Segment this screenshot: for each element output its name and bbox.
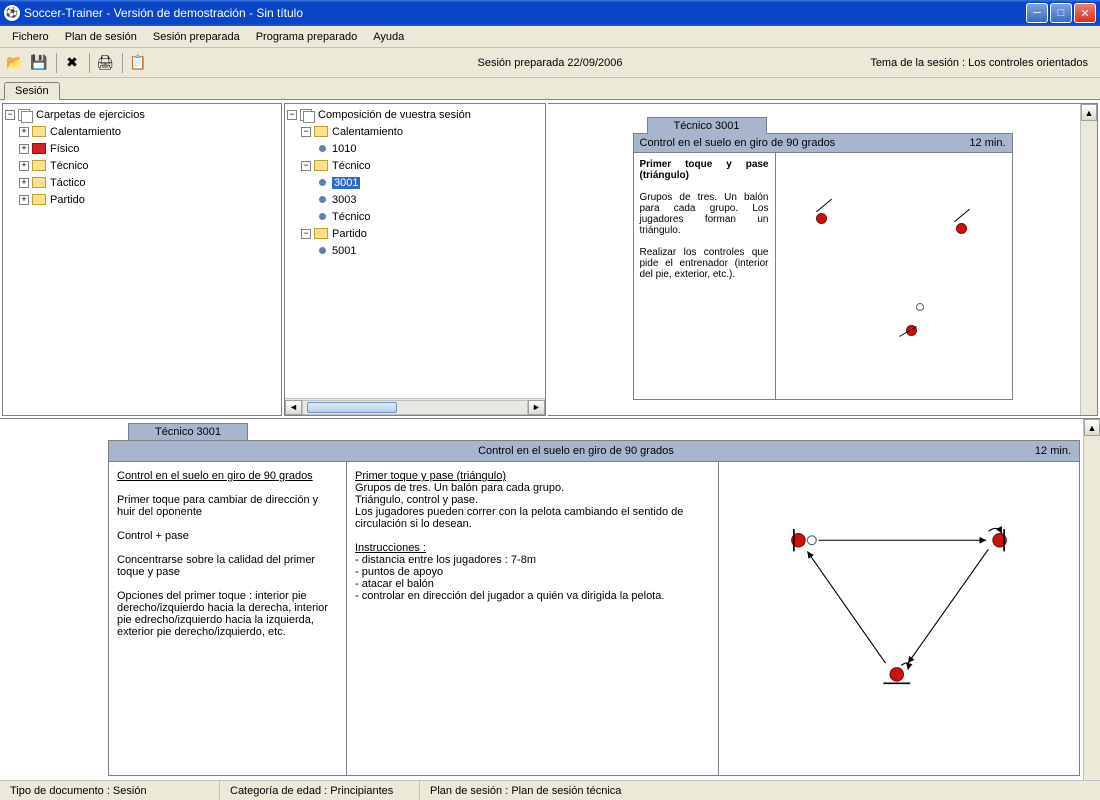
pages-icon (18, 109, 32, 121)
folder-icon (32, 160, 46, 171)
maximize-button[interactable]: □ (1050, 3, 1072, 23)
collapse-icon[interactable]: − (301, 161, 311, 171)
preview-title-bar: Control en el suelo en giro de 90 grados… (634, 134, 1012, 153)
expand-icon[interactable]: + (19, 127, 29, 137)
detail-time: 12 min. (1035, 445, 1071, 457)
minimize-button[interactable]: ─ (1026, 3, 1048, 23)
preview-panel: Técnico 3001 Control en el suelo en giro… (548, 103, 1098, 416)
close-button[interactable]: ✕ (1074, 3, 1096, 23)
tree-item[interactable]: −Técnico (287, 157, 543, 174)
bullet-icon (319, 247, 326, 254)
session-theme-label: Tema de la sesión : Los controles orient… (870, 57, 1088, 69)
print-icon[interactable]: 🖨 (94, 52, 116, 74)
tree-leaf[interactable]: 5001 (287, 242, 543, 259)
preview-tab: Técnico 3001 (647, 117, 767, 134)
scroll-thumb[interactable] (307, 402, 397, 413)
collapse-icon[interactable]: − (287, 110, 297, 120)
tree-leaf[interactable]: 1010 (287, 140, 543, 157)
vertical-scrollbar[interactable]: ▲ (1080, 104, 1097, 415)
folder-icon (32, 194, 46, 205)
detail-title-bar: Control en el suelo en giro de 90 grados… (109, 441, 1079, 462)
save-icon[interactable]: 💾 (28, 52, 50, 74)
preview-text: Primer toque y pase (triángulo) Grupos d… (634, 153, 776, 399)
status-plan: Plan de sesión : Plan de sesión técnica (420, 781, 1100, 800)
expand-icon[interactable]: + (19, 178, 29, 188)
detail-tab: Técnico 3001 (128, 423, 248, 440)
pages-icon (300, 109, 314, 121)
status-doc-type: Tipo de documento : Sesión (0, 781, 220, 800)
scroll-left-icon[interactable]: ◄ (285, 400, 302, 415)
collapse-icon[interactable]: − (301, 229, 311, 239)
scroll-up-icon[interactable]: ▲ (1081, 104, 1097, 121)
tree-item[interactable]: +Partido (5, 191, 279, 208)
delete-icon[interactable]: ✖ (61, 52, 83, 74)
detail-col-objectives: Control en el suelo en giro de 90 grados… (109, 462, 347, 775)
tree-leaf-selected[interactable]: 3001 (287, 174, 543, 191)
detail-area: Técnico 3001 Control en el suelo en giro… (0, 418, 1100, 780)
collapse-icon[interactable]: − (301, 127, 311, 137)
app-icon: ⚽ (4, 5, 20, 21)
tree-item[interactable]: +Táctico (5, 174, 279, 191)
folder-icon (314, 126, 328, 137)
titlebar: ⚽ Soccer-Trainer - Versión de demostraci… (0, 0, 1100, 26)
bullet-icon (319, 145, 326, 152)
tree-item[interactable]: +Físico (5, 140, 279, 157)
folder-icon (314, 228, 328, 239)
tab-row: Sesión (0, 78, 1100, 100)
tree-item[interactable]: +Calentamiento (5, 123, 279, 140)
detail-title: Control en el suelo en giro de 90 grados (117, 445, 1035, 457)
open-icon[interactable]: 📂 (4, 52, 26, 74)
expand-icon[interactable]: + (19, 161, 29, 171)
horizontal-scrollbar[interactable]: ◄ ► (285, 398, 545, 415)
tree-leaf[interactable]: Técnico (287, 208, 543, 225)
workspace: − Carpetas de ejercicios +Calentamiento … (0, 100, 1100, 418)
exercise-preview-card: Técnico 3001 Control en el suelo en giro… (633, 116, 1013, 400)
clipboard-icon[interactable]: 📋 (127, 52, 149, 74)
folder-icon (314, 160, 328, 171)
window-title: Soccer-Trainer - Versión de demostración… (24, 6, 1026, 20)
expand-icon[interactable]: + (19, 195, 29, 205)
preview-time: 12 min. (969, 137, 1005, 149)
detail-diagram (719, 462, 1079, 775)
tree-root-label: Carpetas de ejercicios (36, 109, 145, 121)
exercises-tree-panel: − Carpetas de ejercicios +Calentamiento … (2, 103, 282, 416)
menu-ayuda[interactable]: Ayuda (365, 29, 412, 45)
statusbar: Tipo de documento : Sesión Categoría de … (0, 780, 1100, 800)
menu-plan[interactable]: Plan de sesión (57, 29, 145, 45)
scroll-right-icon[interactable]: ► (528, 400, 545, 415)
vertical-scrollbar[interactable]: ▲ (1083, 419, 1100, 780)
bullet-icon (319, 196, 326, 203)
tree-item[interactable]: −Calentamiento (287, 123, 543, 140)
status-age-category: Categoría de edad : Principiantes (220, 781, 420, 800)
scroll-track[interactable] (302, 400, 528, 415)
folder-icon (32, 126, 46, 137)
menubar: Fichero Plan de sesión Sesión preparada … (0, 26, 1100, 48)
preview-diagram (776, 153, 1012, 399)
scroll-up-icon[interactable]: ▲ (1084, 419, 1100, 436)
menu-fichero[interactable]: Fichero (4, 29, 57, 45)
toolbar: 📂 💾 ✖ 🖨 📋 Sesión preparada 22/09/2006 Te… (0, 48, 1100, 78)
detail-col-description: Primer toque y pase (triángulo) Grupos d… (347, 462, 719, 775)
tab-sesion[interactable]: Sesión (4, 82, 60, 100)
menu-programa[interactable]: Programa preparado (248, 29, 366, 45)
session-date-label: Sesión preparada 22/09/2006 (478, 57, 623, 69)
collapse-icon[interactable]: − (5, 110, 15, 120)
folder-icon (32, 177, 46, 188)
menu-sesion[interactable]: Sesión preparada (145, 29, 248, 45)
preview-title: Control en el suelo en giro de 90 grados (640, 137, 836, 149)
detail-card: Control en el suelo en giro de 90 grados… (108, 440, 1080, 776)
expand-icon[interactable]: + (19, 144, 29, 154)
tree-root[interactable]: − Composición de vuestra sesión (287, 106, 543, 123)
tree-item[interactable]: +Técnico (5, 157, 279, 174)
tree-root[interactable]: − Carpetas de ejercicios (5, 106, 279, 123)
bullet-icon (319, 179, 326, 186)
session-composition-panel: − Composición de vuestra sesión −Calenta… (284, 103, 546, 416)
tree-leaf[interactable]: 3003 (287, 191, 543, 208)
bullet-icon (319, 213, 326, 220)
tree-item[interactable]: −Partido (287, 225, 543, 242)
folder-icon (32, 143, 46, 154)
